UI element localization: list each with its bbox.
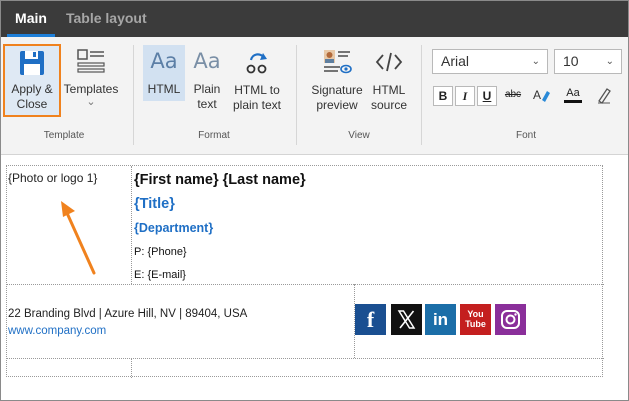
table-row-border [7, 358, 604, 359]
italic-button[interactable]: I [455, 86, 475, 106]
font-family-value: Arial [441, 53, 470, 69]
signature-editor-area: {Photo or logo 1} {First name} {Last nam… [1, 156, 628, 400]
templates-chevron-icon: ⌄ [86, 96, 96, 108]
eraser-icon [598, 88, 611, 104]
instagram-icon[interactable] [495, 304, 526, 335]
html-format-button[interactable]: Aa HTML [143, 45, 185, 101]
code-icon [375, 52, 403, 72]
tab-main[interactable]: Main [7, 1, 55, 37]
highlight-button[interactable]: A [531, 86, 553, 106]
facebook-icon[interactable]: f [355, 304, 386, 335]
chevron-down-icon: ⌄ [531, 56, 540, 67]
signature-preview-label-line1: Signature [311, 83, 363, 97]
table-cell-border [131, 358, 132, 378]
address-field[interactable]: 22 Branding Blvd | Azure Hill, NV | 8940… [8, 308, 247, 320]
strikethrough-button[interactable]: abc [501, 86, 525, 106]
format-group-label: Format [198, 130, 230, 141]
highlight-icon: A [533, 88, 550, 102]
ribbon-separator [133, 45, 134, 145]
tab-table-layout[interactable]: Table layout [66, 1, 147, 37]
font-size-select[interactable]: 10 ⌄ [554, 49, 622, 74]
svg-text:A: A [533, 88, 541, 102]
department-field[interactable]: {Department} [134, 221, 213, 235]
signature-preview-icon [324, 50, 352, 74]
table-row-border [7, 284, 604, 285]
convert-icon [246, 53, 267, 74]
font-family-select[interactable]: Arial ⌄ [432, 49, 548, 74]
signature-table: {Photo or logo 1} {First name} {Last nam… [6, 165, 604, 378]
html-format-label: HTML [147, 82, 181, 96]
ribbon: Apply & Close Templates ⌄ Template Aa HT… [1, 37, 628, 155]
editor-window: Main Table layout Apply & Close Template… [0, 0, 629, 401]
underline-button[interactable]: U [477, 86, 497, 106]
html-to-plain-label-line1: HTML to [234, 83, 280, 97]
ribbon-separator [421, 45, 422, 145]
plain-text-label-line2: text [197, 97, 217, 111]
linkedin-icon[interactable]: in [425, 304, 456, 335]
save-icon [20, 51, 44, 75]
youtube-text-line1: You [467, 309, 484, 319]
html-source-label-line2: source [370, 98, 408, 112]
email-field[interactable]: E: {E-mail} [134, 269, 186, 281]
instagram-logo [501, 310, 520, 329]
table-cell-border [131, 166, 132, 284]
templates-icon [77, 49, 105, 73]
website-link[interactable]: www.company.com [8, 325, 106, 337]
ribbon-separator [296, 45, 297, 145]
apply-close-button[interactable]: Apply & Close [3, 44, 61, 117]
template-group-label: Template [43, 130, 85, 141]
photo-placeholder[interactable]: {Photo or logo 1} [8, 171, 97, 185]
youtube-text-line2: Tube [465, 319, 486, 329]
chevron-down-icon: ⌄ [605, 56, 614, 67]
font-color-swatch [564, 100, 582, 103]
plain-text-button[interactable]: Aa Plain text [189, 45, 225, 111]
full-name-field[interactable]: {First name} {Last name} [134, 172, 306, 188]
clear-format-button[interactable] [593, 86, 615, 106]
html-to-plain-text-button[interactable]: HTML to plain text [229, 45, 285, 112]
youtube-icon[interactable]: You Tube [460, 304, 491, 335]
font-group-label: Font [515, 130, 536, 141]
bold-button[interactable]: B [433, 86, 453, 106]
font-size-value: 10 [563, 53, 579, 69]
tab-bar: Main Table layout [1, 1, 628, 37]
html-source-button[interactable]: HTML source [367, 45, 411, 112]
x-icon[interactable] [391, 304, 422, 335]
signature-preview-label-line2: preview [316, 98, 358, 112]
html-format-icon: Aa [150, 49, 178, 73]
font-color-button[interactable]: Aa [561, 86, 585, 106]
apply-close-label-line2: Close [16, 97, 48, 111]
apply-close-label-line1: Apply & [11, 82, 53, 96]
templates-label: Templates [63, 82, 119, 96]
html-to-plain-label-line2: plain text [232, 98, 282, 112]
title-field[interactable]: {Title} [134, 196, 175, 212]
phone-field[interactable]: P: {Phone} [134, 246, 187, 258]
view-group-label: View [348, 130, 370, 141]
plain-text-icon: Aa [193, 49, 221, 73]
x-logo [397, 310, 416, 329]
arrow-annotation-icon [61, 201, 96, 275]
signature-preview-button[interactable]: Signature preview [309, 45, 365, 112]
plain-text-label-line1: Plain [193, 82, 221, 96]
html-source-label-line1: HTML [372, 83, 406, 97]
templates-button[interactable]: Templates ⌄ [63, 45, 119, 119]
font-color-sample: Aa [566, 87, 580, 99]
